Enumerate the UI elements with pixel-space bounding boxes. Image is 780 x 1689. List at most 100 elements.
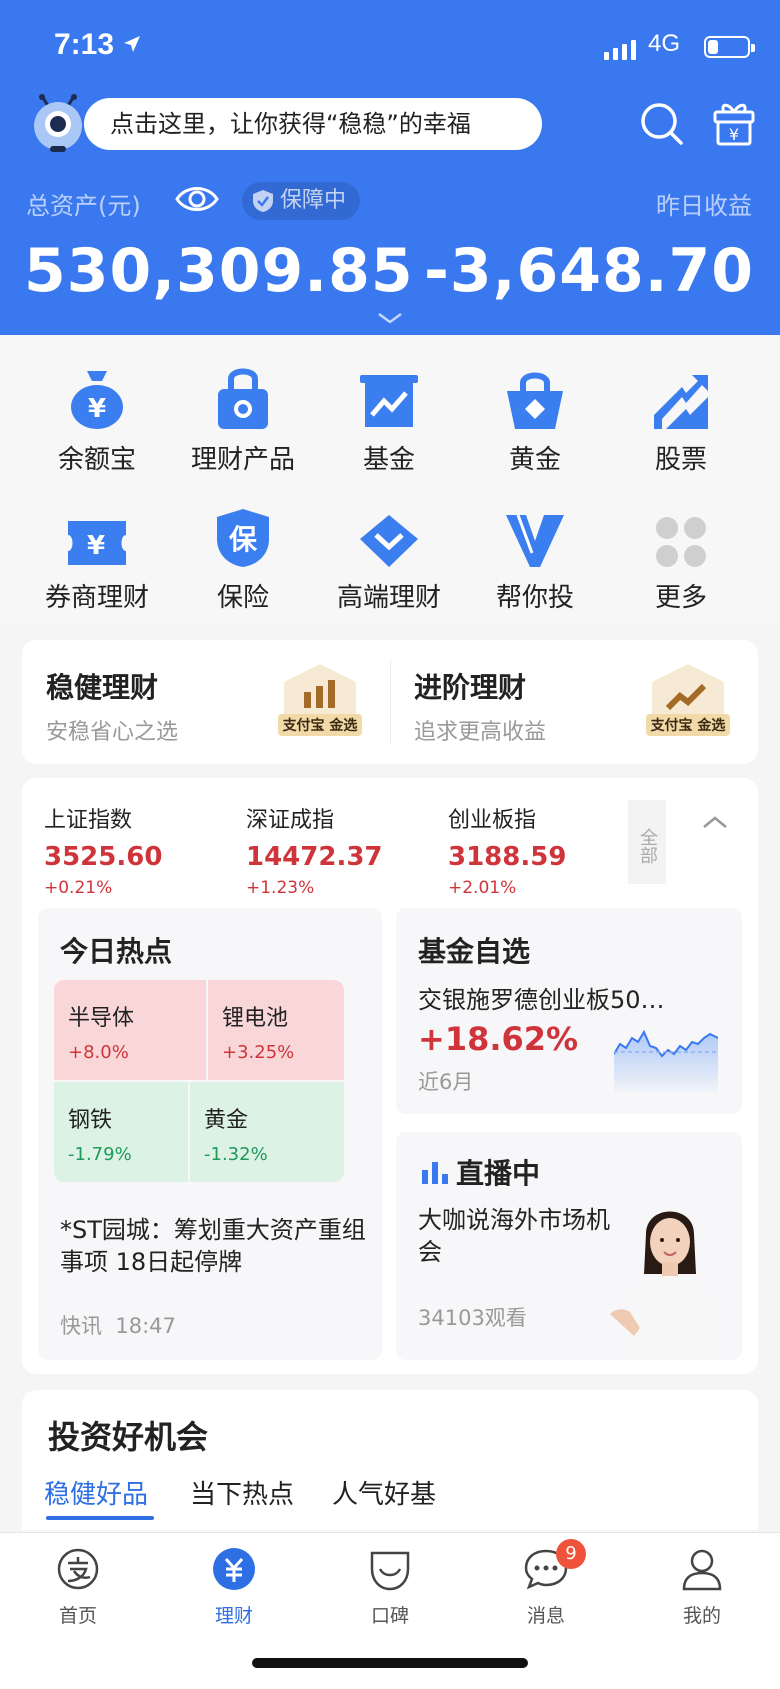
- grid-item-label: 理财产品: [190, 445, 295, 475]
- investment-opportunities-card: 投资好机会 稳健好品 当下热点 人气好基: [22, 1390, 758, 1530]
- tab-mine[interactable]: 我的: [624, 1547, 780, 1628]
- badge-text: 支付宝 金选: [282, 717, 358, 734]
- grid-item-funds[interactable]: 基金: [316, 353, 462, 476]
- grid-item-label: 余额宝: [57, 445, 136, 475]
- index-change: +2.01%: [448, 878, 517, 898]
- grid-item-wealth-products[interactable]: 理财产品: [170, 353, 316, 476]
- live-stream-panel[interactable]: 直播中 大咖说海外市场机会 34103观看: [396, 1132, 742, 1360]
- tab-koubei[interactable]: 口碑: [312, 1547, 468, 1628]
- index-shanghai[interactable]: 上证指数 3525.60 +0.21%: [44, 802, 234, 898]
- index-name: 创业板指: [448, 808, 537, 833]
- svg-text:¥: ¥: [87, 531, 105, 561]
- news-meta: 快讯 18:47: [60, 1310, 176, 1340]
- grid-item-yuebao[interactable]: ¥ 余额宝: [24, 353, 170, 476]
- sector-name: 黄金: [204, 1108, 249, 1133]
- tab-home[interactable]: 首页: [0, 1547, 156, 1628]
- grid-item-label: 保险: [216, 583, 269, 613]
- fund-watchlist-panel[interactable]: 基金自选 交银施罗德创业板50… +18.62% 近6月: [396, 908, 742, 1114]
- index-change: +0.21%: [44, 878, 113, 898]
- status-bar: 7:13 4G: [0, 28, 780, 68]
- grid-item-label: 帮你投: [495, 583, 574, 613]
- tab-label: 口碑: [370, 1605, 409, 1627]
- location-arrow-icon: [122, 34, 142, 58]
- hotspot-tile[interactable]: 黄金 -1.32%: [190, 1082, 344, 1182]
- all-indices-button[interactable]: 全部: [628, 800, 666, 884]
- grid-item-stocks[interactable]: 股票: [608, 353, 754, 476]
- panel-title: 基金自选: [418, 935, 531, 968]
- hotspot-tile[interactable]: 半导体 +8.0%: [54, 980, 206, 1080]
- pick-subtitle: 安稳省心之选: [46, 720, 179, 745]
- grid-item-gold[interactable]: 黄金: [462, 353, 608, 476]
- home-indicator: [252, 1658, 528, 1668]
- index-chinext[interactable]: 创业板指 3188.59 +2.01%: [448, 802, 638, 898]
- svg-text:¥: ¥: [88, 394, 106, 424]
- sector-name: 半导体: [68, 1006, 135, 1031]
- badge-text: 支付宝 金选: [650, 717, 726, 734]
- search-icon[interactable]: [640, 102, 684, 150]
- tab-label: 首页: [58, 1605, 97, 1627]
- sector-name: 锂电池: [222, 1006, 289, 1031]
- live-view-count: 34103观看: [418, 1306, 527, 1330]
- index-change: +1.23%: [246, 878, 315, 898]
- sector-name: 钢铁: [68, 1108, 113, 1133]
- insurance-shield-icon: 保: [170, 491, 316, 569]
- signal-icon: [604, 40, 638, 64]
- yesterday-earnings-value[interactable]: -3,648.70: [424, 236, 754, 306]
- live-description: 大咖说海外市场机会: [418, 1206, 610, 1266]
- grid-item-broker-wealth[interactable]: ¥ 券商理财: [24, 491, 170, 614]
- index-name: 深证成指: [246, 808, 335, 833]
- hotspot-tile[interactable]: 钢铁 -1.79%: [54, 1082, 188, 1182]
- grid-item-invest-for-you[interactable]: 帮你投: [462, 491, 608, 614]
- tab-messages[interactable]: 9 消息: [468, 1539, 624, 1628]
- chevron-down-icon[interactable]: [376, 310, 404, 329]
- chat-bubble-icon: 9: [468, 1539, 624, 1595]
- panel-title: 直播中: [456, 1157, 541, 1190]
- hotspot-tile[interactable]: 锂电池 +3.25%: [208, 980, 344, 1080]
- mascot-avatar-icon[interactable]: [28, 94, 90, 156]
- fund-name: 交银施罗德创业板50…: [418, 986, 665, 1014]
- protection-badge[interactable]: 保障中: [242, 182, 361, 220]
- total-assets-value[interactable]: 530,309.85: [24, 236, 414, 306]
- index-shenzhen[interactable]: 深证成指 14472.37 +1.23%: [246, 802, 436, 898]
- pick-title: 稳健理财: [46, 671, 159, 704]
- index-name: 上证指数: [44, 808, 133, 833]
- svg-text:保: 保: [229, 523, 258, 556]
- grid-item-label: 黄金: [508, 445, 561, 475]
- pick-steady-wealth[interactable]: 稳健理财 安稳省心之选 支付宝 金选: [22, 640, 390, 764]
- grid-item-label: 高端理财: [336, 583, 441, 613]
- grid-item-label: 券商理财: [44, 583, 149, 613]
- pick-subtitle: 追求更高收益: [414, 720, 547, 745]
- total-assets-label: 总资产(元): [26, 192, 141, 220]
- grid-item-insurance[interactable]: 保 保险: [170, 491, 316, 614]
- tab-label: 理财: [214, 1605, 253, 1627]
- tab-steady-picks[interactable]: 稳健好品: [44, 1474, 148, 1511]
- sector-change: -1.79%: [68, 1144, 132, 1165]
- gold-basket-icon: [462, 353, 608, 431]
- shield-check-icon: [253, 190, 273, 212]
- grid-item-more[interactable]: 更多: [608, 491, 754, 614]
- news-source: 快讯: [60, 1314, 102, 1338]
- eye-icon[interactable]: [174, 182, 220, 220]
- unread-badge: 9: [556, 1539, 586, 1569]
- chevron-up-icon[interactable]: [702, 814, 728, 833]
- market-overview-card: 上证指数 3525.60 +0.21% 深证成指 14472.37 +1.23%…: [22, 778, 758, 1374]
- search-prompt-bar[interactable]: 点击这里，让你获得“稳稳”的幸福: [84, 98, 542, 150]
- tab-popular-funds[interactable]: 人气好基: [332, 1474, 436, 1511]
- news-headline[interactable]: *ST园城：筹划重大资产重组事项 18日起停牌: [60, 1214, 370, 1278]
- tab-label: 我的: [682, 1605, 721, 1627]
- tab-current-hotspots[interactable]: 当下热点: [190, 1474, 294, 1511]
- today-hotspots-panel[interactable]: 今日热点 半导体 +8.0% 锂电池 +3.25% 钢铁 -1.79% 黄金 -…: [38, 908, 382, 1360]
- pick-advanced-wealth[interactable]: 进阶理财 追求更高收益 支付宝 金选: [390, 640, 758, 764]
- curated-picks-card: 稳健理财 安稳省心之选 支付宝 金选 进阶理财 追求更高收益 支付宝 金选: [22, 640, 758, 764]
- tab-wealth[interactable]: 理财: [156, 1547, 312, 1628]
- chart-board-icon: [316, 353, 462, 431]
- gift-icon[interactable]: ¥: [712, 100, 756, 150]
- grid-item-premium-wealth[interactable]: 高端理财: [316, 491, 462, 614]
- header: 7:13 4G 点击这里，让你获得“稳稳”的幸福 ¥ 总资产(元) 保障中 昨日…: [0, 0, 780, 335]
- koubei-icon: [312, 1547, 468, 1595]
- protection-badge-label: 保障中: [280, 188, 347, 213]
- clock: 7:13: [54, 28, 115, 61]
- alipay-select-badge-icon: 支付宝 金选: [272, 662, 368, 748]
- yuan-circle-icon: [156, 1547, 312, 1595]
- pick-title: 进阶理财: [414, 671, 527, 704]
